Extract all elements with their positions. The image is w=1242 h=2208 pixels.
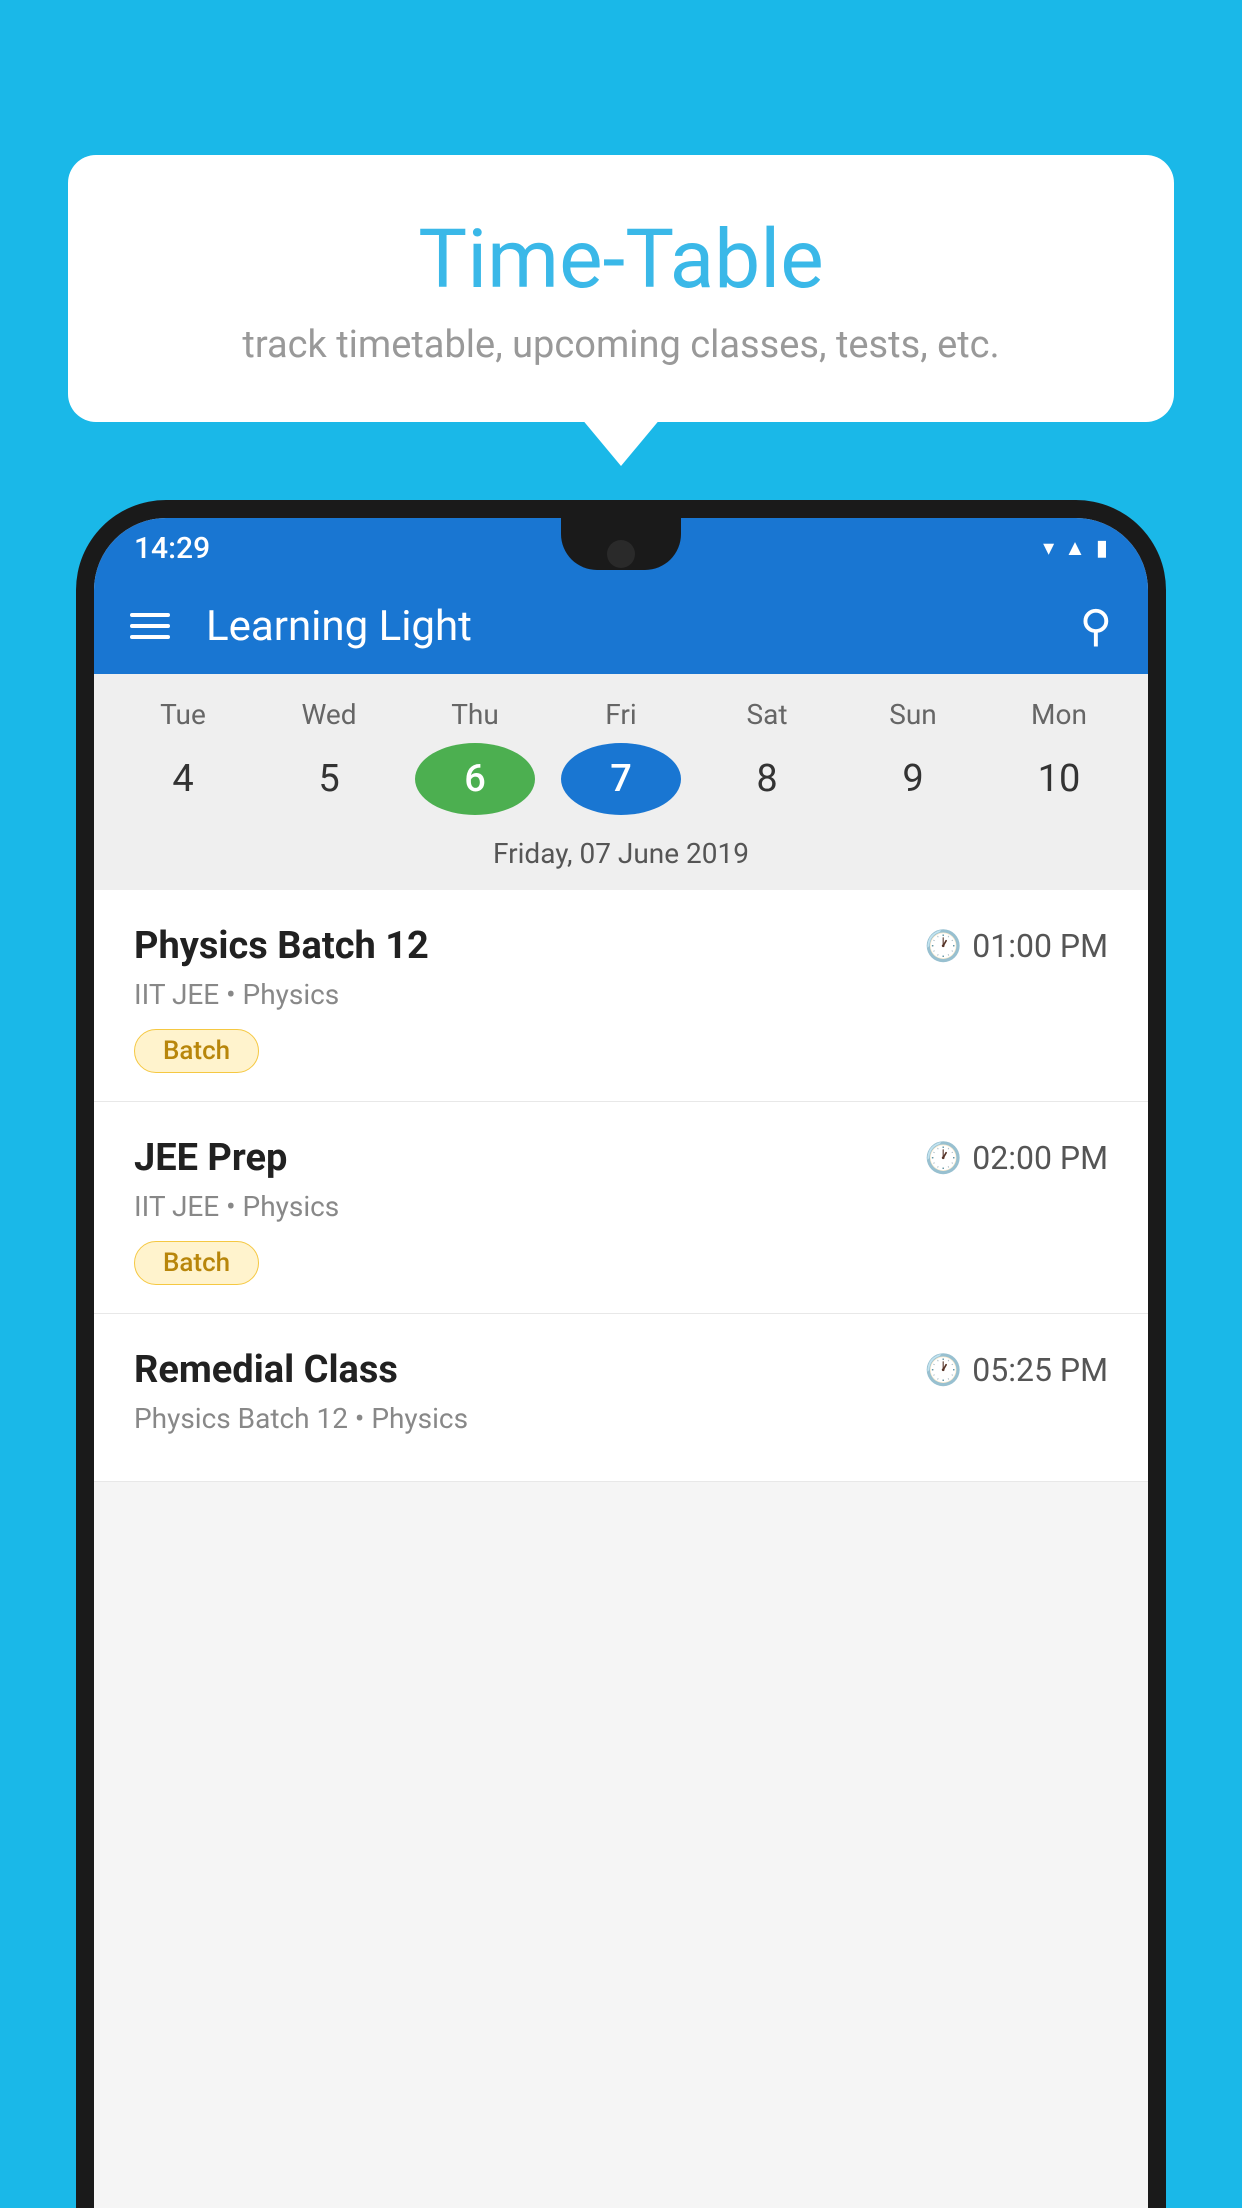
day-header-wed[interactable]: Wed [269,698,389,731]
phone-screen: 14:29 ▾ ▲ ▮ Learning Light ⚲ [94,518,1148,2208]
phone-notch [561,518,681,570]
status-icons: ▾ ▲ ▮ [1043,535,1108,561]
search-icon[interactable]: ⚲ [1080,600,1112,652]
day-10[interactable]: 10 [999,743,1119,815]
schedule-item-1-header: Physics Batch 12 🕐 01:00 PM [134,924,1108,968]
bubble-title: Time-Table [108,215,1134,305]
selected-date-label: Friday, 07 June 2019 [94,829,1148,890]
day-9[interactable]: 9 [853,743,973,815]
schedule-item-2-time-value: 02:00 PM [972,1139,1108,1177]
calendar-section: Tue Wed Thu Fri Sat Sun Mon 4 5 6 7 8 9 … [94,674,1148,890]
schedule-item-1-badge: Batch [134,1029,259,1073]
wifi-icon: ▾ [1043,536,1054,561]
app-bar: Learning Light ⚲ [94,578,1148,674]
day-header-tue[interactable]: Tue [123,698,243,731]
day-header-fri[interactable]: Fri [561,698,681,731]
schedule-item-1-time-value: 01:00 PM [972,927,1108,965]
schedule-item-1[interactable]: Physics Batch 12 🕐 01:00 PM IIT JEE • Ph… [94,890,1148,1102]
schedule-item-3-time-value: 05:25 PM [972,1351,1108,1389]
schedule-item-1-time: 🕐 01:00 PM [925,927,1108,965]
status-time: 14:29 [134,531,210,566]
day-4[interactable]: 4 [123,743,243,815]
day-header-mon[interactable]: Mon [999,698,1119,731]
phone-camera [607,540,635,568]
hamburger-icon[interactable] [130,613,170,639]
schedule-item-3-header: Remedial Class 🕐 05:25 PM [134,1348,1108,1392]
day-6-today[interactable]: 6 [415,743,535,815]
day-header-thu[interactable]: Thu [415,698,535,731]
signal-icon: ▲ [1064,535,1086,561]
schedule-item-2-subtitle: IIT JEE • Physics [134,1190,1108,1223]
bubble-subtitle: track timetable, upcoming classes, tests… [108,323,1134,367]
day-header-sat[interactable]: Sat [707,698,827,731]
clock-icon-3: 🕐 [925,1353,962,1388]
schedule-item-3[interactable]: Remedial Class 🕐 05:25 PM Physics Batch … [94,1314,1148,1482]
day-8[interactable]: 8 [707,743,827,815]
schedule-item-3-subtitle: Physics Batch 12 • Physics [134,1402,1108,1435]
battery-icon: ▮ [1096,536,1108,561]
clock-icon-1: 🕐 [925,929,962,964]
schedule-item-3-time: 🕐 05:25 PM [925,1351,1108,1389]
day-headers: Tue Wed Thu Fri Sat Sun Mon [94,698,1148,743]
phone-outer: 14:29 ▾ ▲ ▮ Learning Light ⚲ [76,500,1166,2208]
day-numbers: 4 5 6 7 8 9 10 [94,743,1148,829]
schedule-item-2[interactable]: JEE Prep 🕐 02:00 PM IIT JEE • Physics Ba… [94,1102,1148,1314]
schedule-item-2-header: JEE Prep 🕐 02:00 PM [134,1136,1108,1180]
speech-bubble: Time-Table track timetable, upcoming cla… [68,155,1174,422]
schedule-list: Physics Batch 12 🕐 01:00 PM IIT JEE • Ph… [94,890,1148,1482]
schedule-item-3-title: Remedial Class [134,1348,398,1392]
schedule-item-1-title: Physics Batch 12 [134,924,429,968]
schedule-item-2-title: JEE Prep [134,1136,287,1180]
speech-bubble-container: Time-Table track timetable, upcoming cla… [68,155,1174,422]
schedule-item-2-time: 🕐 02:00 PM [925,1139,1108,1177]
schedule-item-2-badge: Batch [134,1241,259,1285]
day-header-sun[interactable]: Sun [853,698,973,731]
clock-icon-2: 🕐 [925,1141,962,1176]
phone-container: 14:29 ▾ ▲ ▮ Learning Light ⚲ [76,500,1166,2208]
app-title: Learning Light [206,602,1080,651]
schedule-item-1-subtitle: IIT JEE • Physics [134,978,1108,1011]
day-7-selected[interactable]: 7 [561,743,681,815]
day-5[interactable]: 5 [269,743,389,815]
